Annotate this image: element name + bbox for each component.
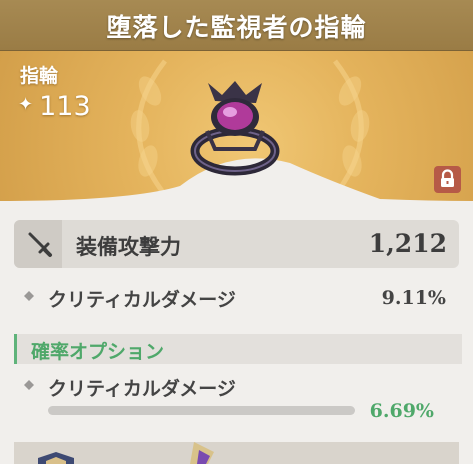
set-effect-strip <box>14 442 459 464</box>
item-detail-card: 堕落した監視者の指輪 指輪 ✦ 113 装備攻撃力 1,212 クリティカルダメ… <box>0 0 473 464</box>
lock-button[interactable] <box>434 166 461 193</box>
probability-option-header: 確率オプション <box>14 334 462 364</box>
ring-fragment-icon <box>190 442 214 464</box>
probability-option-heading: 確率オプション <box>31 341 165 363</box>
main-stat-row: 装備攻撃力 1,212 <box>14 220 459 268</box>
shield-badge-icon <box>38 452 74 464</box>
sub-stat-name: クリティカルダメージ <box>48 289 236 311</box>
diamond-icon <box>24 380 34 390</box>
title-bar: 堕落した監視者の指輪 <box>0 0 473 51</box>
main-stat-value: 1,212 <box>368 229 447 258</box>
ring-icon <box>190 81 280 176</box>
diamond-icon <box>24 291 34 301</box>
item-banner: 指輪 ✦ 113 <box>0 51 473 209</box>
main-stat-icon-box <box>14 220 62 268</box>
sub-stat-row: クリティカルダメージ 9.11% <box>24 283 446 313</box>
probability-option-value: 6.69% <box>369 400 434 422</box>
lock-icon <box>441 169 454 187</box>
sword-icon <box>28 232 52 257</box>
probability-option-name: クリティカルダメージ <box>48 378 236 400</box>
probability-option-bar <box>48 406 355 415</box>
item-title: 堕落した監視者の指輪 <box>106 13 367 42</box>
probability-option-row: クリティカルダメージ <box>24 372 446 402</box>
sub-stat-value: 9.11% <box>381 287 446 309</box>
main-stat-name: 装備攻撃力 <box>76 235 181 259</box>
